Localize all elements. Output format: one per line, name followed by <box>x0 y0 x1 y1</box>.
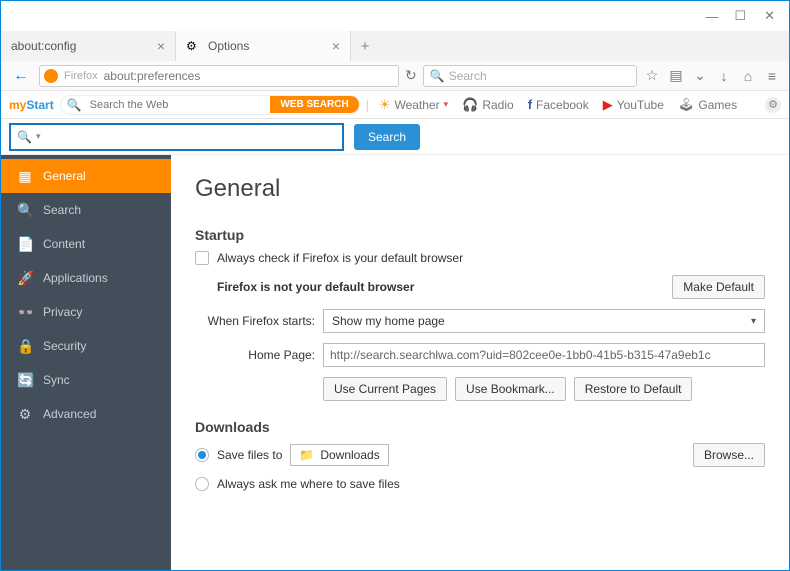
facebook-icon: f <box>528 97 532 112</box>
close-icon[interactable]: × <box>157 38 165 54</box>
sidebar-item-content[interactable]: 📄Content <box>1 227 171 261</box>
apps-icon: 🚀 <box>17 270 33 287</box>
bookmark-star-icon[interactable]: ☆ <box>643 67 661 84</box>
back-button[interactable]: ← <box>9 67 33 85</box>
search-placeholder: Search <box>449 69 487 83</box>
mystart-toolbar: myStart 🔍 WEB SEARCH | ☀Weather▾ 🎧Radio … <box>1 91 789 119</box>
search-icon: 🔍 <box>17 130 32 144</box>
nav-search-box[interactable]: 🔍 Search <box>423 65 637 87</box>
browse-button[interactable]: Browse... <box>693 443 765 467</box>
gear-icon: ⚙ <box>186 39 200 53</box>
preferences-pane: General Startup Always check if Firefox … <box>171 155 789 570</box>
minimize-button[interactable]: — <box>705 9 716 24</box>
maximize-button[interactable]: ☐ <box>734 8 746 24</box>
search-icon: 🔍 <box>430 69 445 83</box>
when-starts-value: Show my home page <box>332 314 445 328</box>
joystick-icon: 🕹 <box>678 97 695 113</box>
reload-button[interactable]: ↻ <box>405 67 417 84</box>
sun-icon: ☀ <box>379 97 391 113</box>
new-tab-button[interactable]: + <box>351 31 379 61</box>
search-button[interactable]: Search <box>354 124 420 150</box>
secondary-search-bar: 🔍 ▾ Search <box>1 119 789 155</box>
youtube-icon: ▶ <box>603 97 613 113</box>
secondary-search-input[interactable]: 🔍 ▾ <box>9 123 344 151</box>
tab-label: about:config <box>11 39 149 53</box>
startup-heading: Startup <box>195 227 765 243</box>
mystart-search-button[interactable]: WEB SEARCH <box>270 96 358 113</box>
headphones-icon: 🎧 <box>462 97 478 113</box>
always-check-checkbox[interactable] <box>195 251 209 265</box>
url-text: about:preferences <box>104 69 201 83</box>
mystart-search-input[interactable] <box>82 99 271 111</box>
downloads-folder-display: 📁 Downloads <box>290 444 388 466</box>
tab-options[interactable]: ⚙ Options × <box>176 31 351 61</box>
use-current-pages-button[interactable]: Use Current Pages <box>323 377 447 401</box>
chevron-down-icon: ▾ <box>751 316 756 327</box>
menu-icon[interactable]: ≡ <box>763 68 781 84</box>
content-area: ▦General 🔍Search 📄Content 🚀Applications … <box>1 155 789 570</box>
chevron-down-icon[interactable]: ▾ <box>36 131 41 142</box>
identity-label: Firefox <box>64 70 98 82</box>
privacy-icon: 👓 <box>17 304 33 321</box>
chevron-down-icon: ▾ <box>444 99 449 110</box>
sidebar-item-advanced[interactable]: ⚙Advanced <box>1 397 171 431</box>
not-default-text: Firefox is not your default browser <box>217 280 414 294</box>
radio-link[interactable]: 🎧Radio <box>458 97 518 113</box>
toolbar-separator: | <box>366 98 369 112</box>
sidebar-item-applications[interactable]: 🚀Applications <box>1 261 171 295</box>
gear-icon: ⚙ <box>17 406 33 423</box>
sidebar-item-search[interactable]: 🔍Search <box>1 193 171 227</box>
mystart-settings-icon[interactable]: ⚙ <box>765 97 781 113</box>
always-check-label: Always check if Firefox is your default … <box>217 251 463 265</box>
firefox-icon <box>44 69 58 83</box>
always-ask-radio[interactable] <box>195 477 209 491</box>
search-icon: 🔍 <box>61 98 82 112</box>
general-icon: ▦ <box>17 168 33 185</box>
sync-icon: 🔄 <box>17 372 33 389</box>
mystart-logo: myStart <box>9 97 54 112</box>
sidebar-item-privacy[interactable]: 👓Privacy <box>1 295 171 329</box>
downloads-heading: Downloads <box>195 419 765 435</box>
restore-default-button[interactable]: Restore to Default <box>574 377 693 401</box>
tab-about-config[interactable]: about:config × <box>1 31 176 61</box>
save-to-radio[interactable] <box>195 448 209 462</box>
address-bar[interactable]: Firefox about:preferences <box>39 65 399 87</box>
folder-icon: 📁 <box>299 448 314 462</box>
when-starts-label: When Firefox starts: <box>195 314 315 328</box>
tab-strip: about:config × ⚙ Options × + <box>1 31 789 61</box>
sidebar-item-security[interactable]: 🔒Security <box>1 329 171 363</box>
close-button[interactable]: ✕ <box>764 8 775 24</box>
home-page-label: Home Page: <box>195 348 315 362</box>
facebook-link[interactable]: fFacebook <box>524 97 593 112</box>
games-link[interactable]: 🕹Games <box>674 97 741 113</box>
close-icon[interactable]: × <box>332 38 340 54</box>
weather-link[interactable]: ☀Weather▾ <box>375 97 452 113</box>
page-title: General <box>195 175 765 203</box>
when-starts-select[interactable]: Show my home page ▾ <box>323 309 765 333</box>
always-ask-label: Always ask me where to save files <box>217 477 400 491</box>
tab-label: Options <box>208 39 324 53</box>
nav-toolbar: ← Firefox about:preferences ↻ 🔍 Search ☆… <box>1 61 789 91</box>
youtube-link[interactable]: ▶YouTube <box>599 97 668 113</box>
downloads-icon[interactable]: ↓ <box>715 68 733 84</box>
save-to-label: Save files to <box>217 448 282 462</box>
content-icon: 📄 <box>17 236 33 253</box>
preferences-sidebar: ▦General 🔍Search 📄Content 🚀Applications … <box>1 155 171 570</box>
make-default-button[interactable]: Make Default <box>672 275 765 299</box>
search-icon: 🔍 <box>17 202 33 219</box>
use-bookmark-button[interactable]: Use Bookmark... <box>455 377 566 401</box>
sidebar-item-sync[interactable]: 🔄Sync <box>1 363 171 397</box>
mystart-search[interactable]: 🔍 WEB SEARCH <box>60 95 360 115</box>
home-icon[interactable]: ⌂ <box>739 68 757 84</box>
pocket-icon[interactable]: ⌄ <box>691 67 709 84</box>
reader-icon[interactable]: ▤ <box>667 67 685 84</box>
sidebar-item-general[interactable]: ▦General <box>1 159 171 193</box>
window-controls: — ☐ ✕ <box>1 1 789 31</box>
lock-icon: 🔒 <box>17 338 33 355</box>
home-page-input[interactable]: http://search.searchlwa.com?uid=802cee0e… <box>323 343 765 367</box>
